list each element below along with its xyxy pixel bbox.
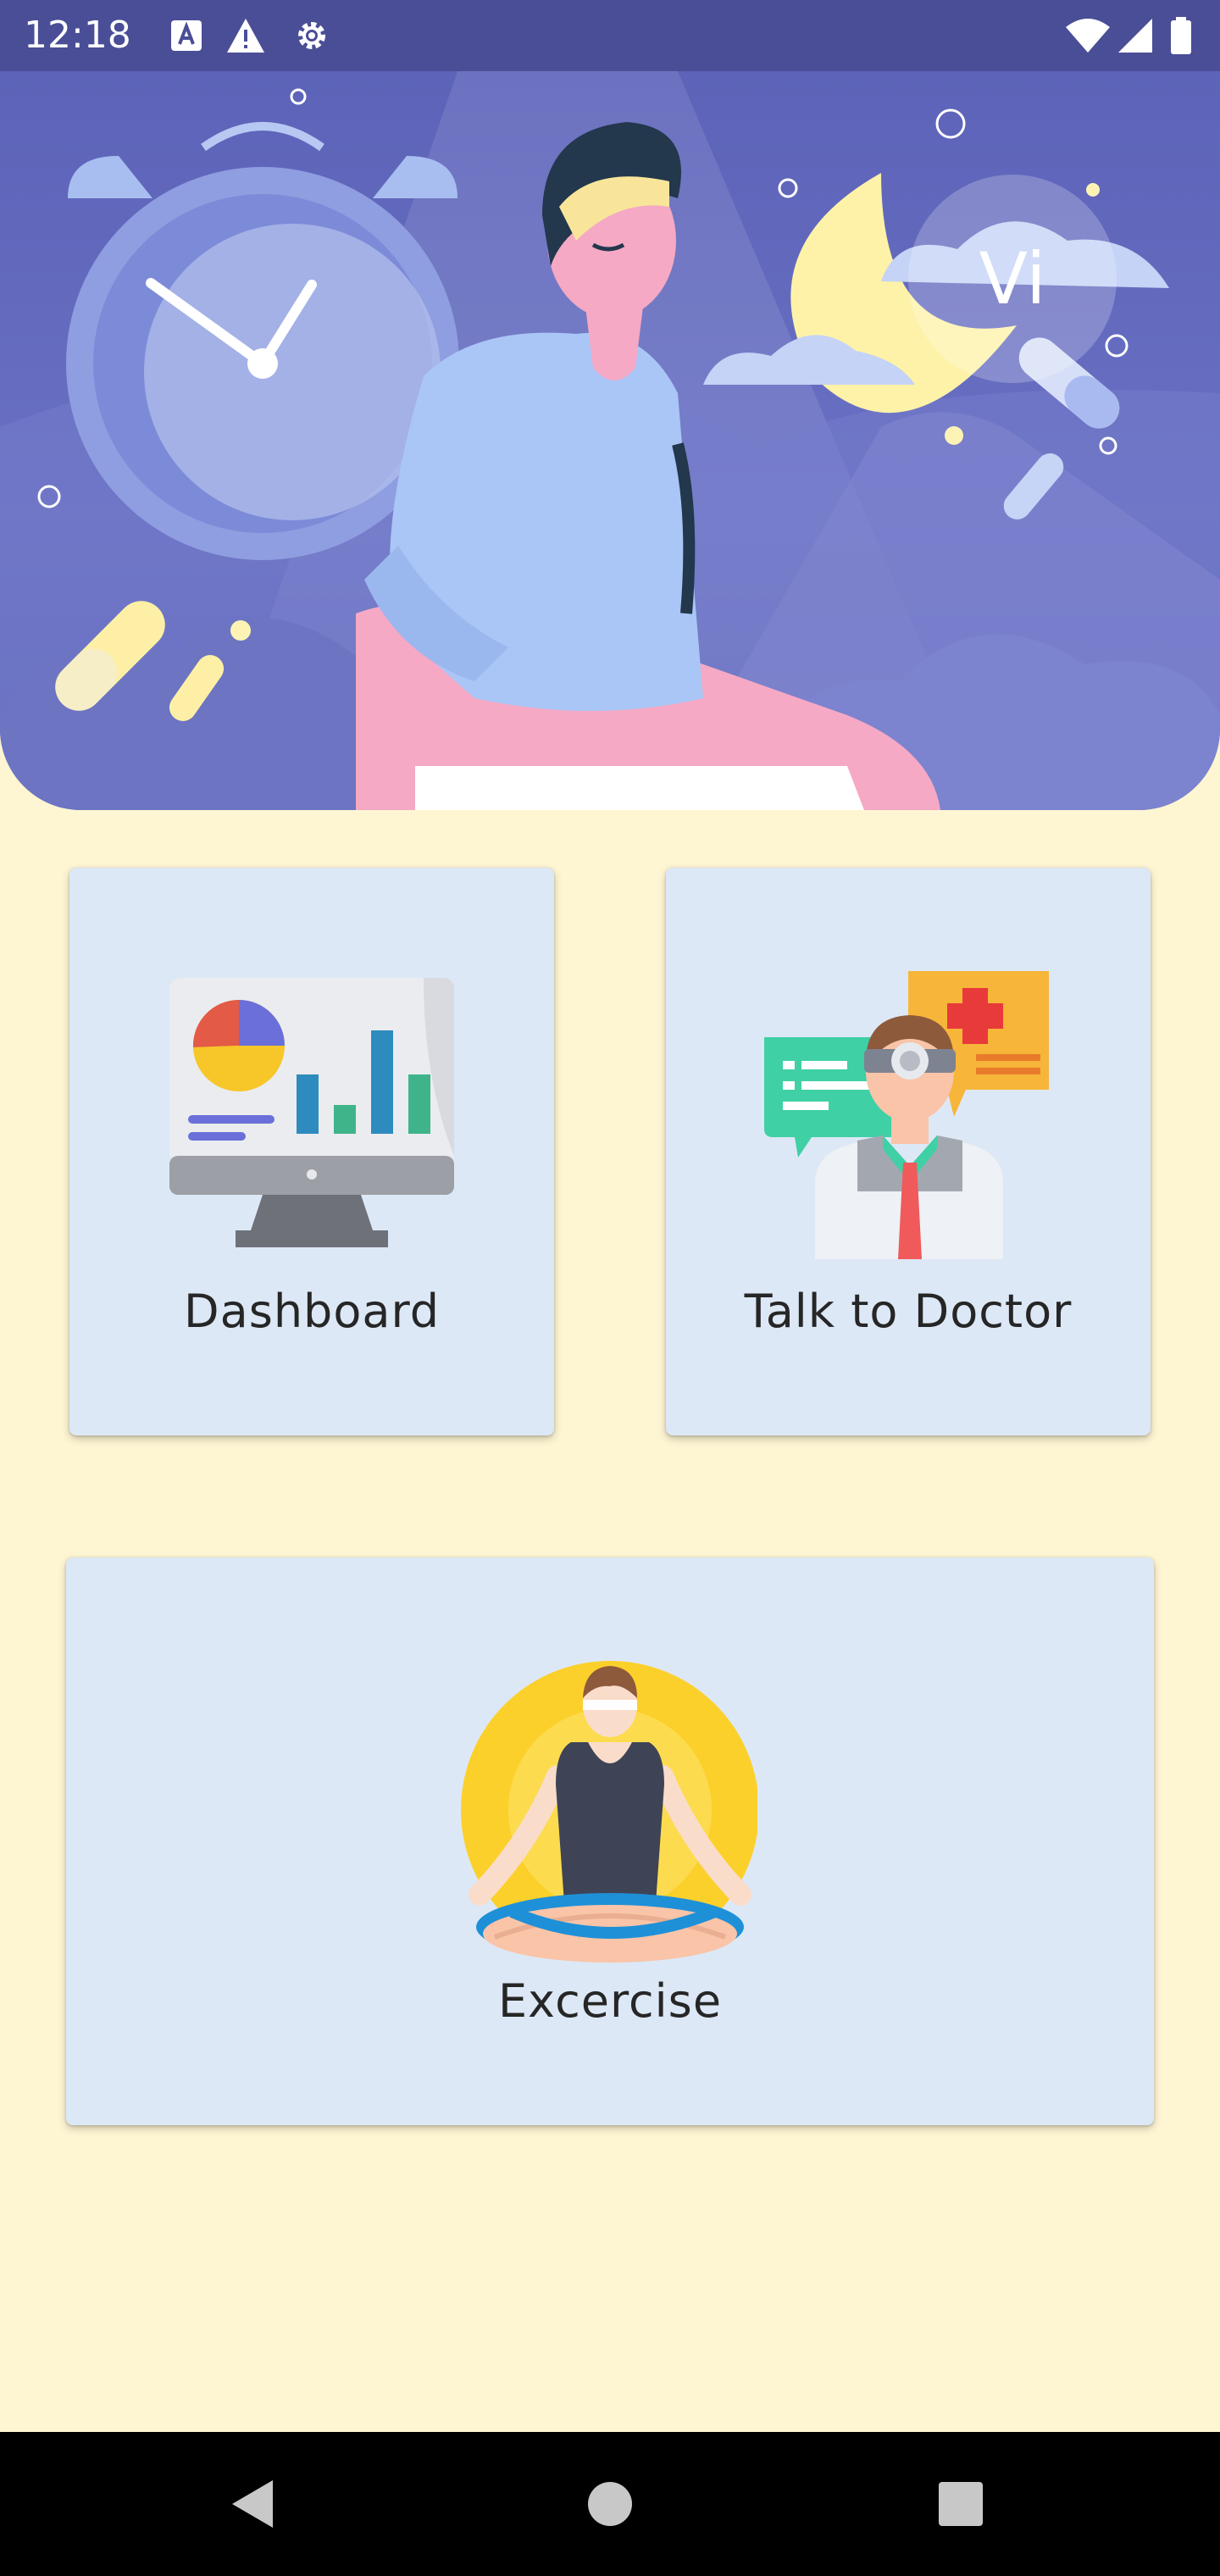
meditation-yoga-icon [461,1661,757,1963]
status-time: 12:18 [24,14,131,57]
back-icon[interactable] [220,2470,288,2538]
dashboard-label: Dashboard [184,1285,440,1338]
recents-icon[interactable] [927,2470,995,2538]
hero-banner: Vi [0,71,1220,810]
wifi-icon [1066,19,1110,53]
avatar-initials: Vi [979,237,1046,320]
cellular-signal-icon [1118,19,1152,53]
settings-gear-icon [298,22,325,49]
battery-icon [1171,17,1191,54]
doctor-chat-icon [764,971,1049,1259]
talk-to-doctor-label: Talk to Doctor [744,1285,1073,1338]
system-navigation-bar [0,2432,1220,2576]
talk-to-doctor-card[interactable]: Talk to Doctor [666,868,1151,1435]
exercise-card[interactable]: Excercise [66,1557,1154,2125]
home-icon[interactable] [576,2470,644,2538]
user-avatar[interactable]: Vi [908,175,1117,383]
warning-icon [227,19,264,53]
dashboard-monitor-chart-icon [169,978,454,1247]
dashboard-card[interactable]: Dashboard [69,868,554,1435]
status-bar: 12:18 [0,0,1220,71]
font-icon [171,20,202,51]
exercise-label: Excercise [497,1974,723,2028]
